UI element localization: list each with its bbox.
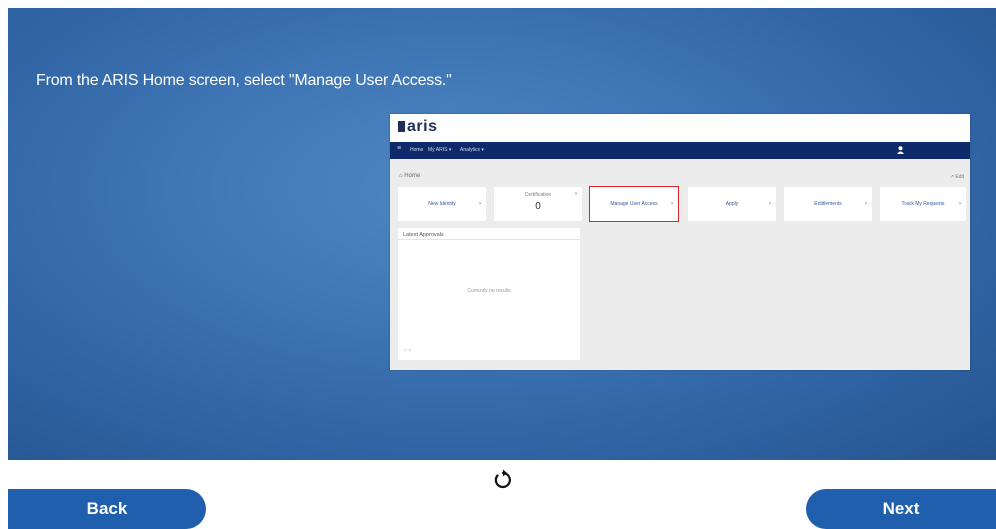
aris-logo-bar: aris	[390, 114, 970, 142]
breadcrumb-home: ⌂ Home	[399, 173, 421, 179]
nav-item-analytics[interactable]: Analytics ▾	[460, 147, 484, 153]
tile-apply[interactable]: Apply ›	[688, 187, 776, 221]
nav-item-my-aris[interactable]: My ARIS ▾	[428, 147, 451, 153]
aris-screenshot: aris ≡ Home My ARIS ▾ Analytics ▾ ⌂ Home…	[390, 114, 970, 370]
chevron-right-icon: ›	[865, 201, 867, 207]
tile-entitlements[interactable]: Entitlements ›	[784, 187, 872, 221]
edit-link[interactable]: ↗ Edit	[950, 174, 964, 180]
chevron-right-icon: ›	[479, 201, 481, 207]
tile-new-identity[interactable]: New Identity ›	[398, 187, 486, 221]
panel-empty-message: Currently no results	[467, 288, 511, 294]
aris-logo: aris	[398, 118, 437, 136]
aris-nav-bar: ≡ Home My ARIS ▾ Analytics ▾	[390, 142, 970, 159]
instruction-text: From the ARIS Home screen, select "Manag…	[36, 72, 452, 89]
panel-pager[interactable]: < >	[404, 348, 411, 354]
panel-title: Latest Approvals	[398, 228, 580, 240]
user-icon[interactable]	[897, 146, 904, 154]
lesson-slide: From the ARIS Home screen, select "Manag…	[8, 8, 996, 460]
replay-icon[interactable]	[491, 468, 515, 492]
chevron-right-icon: ›	[959, 201, 961, 207]
chevron-right-icon: ›	[671, 201, 673, 207]
tile-manage-user-access[interactable]: Manage User Access ›	[589, 186, 679, 222]
nav-item-home[interactable]: Home	[410, 147, 423, 153]
latest-approvals-panel: Latest Approvals Currently no results < …	[398, 228, 580, 360]
tile-track-my-requests[interactable]: Track My Requests ›	[880, 187, 966, 221]
next-button[interactable]: Next	[806, 489, 996, 529]
menu-icon[interactable]: ≡	[397, 145, 401, 152]
back-button[interactable]: Back	[8, 489, 206, 529]
tile-certification[interactable]: Certification 0 ›	[494, 187, 582, 221]
chevron-right-icon: ›	[575, 191, 577, 197]
chevron-right-icon: ›	[769, 201, 771, 207]
